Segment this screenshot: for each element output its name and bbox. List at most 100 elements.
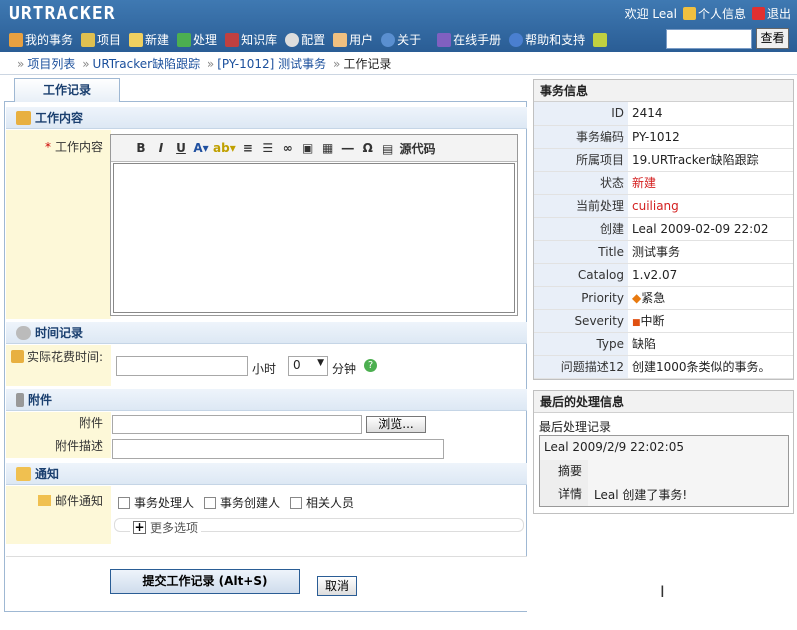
search-button[interactable]: 查看	[756, 28, 789, 49]
attachment-description-input[interactable]	[112, 439, 444, 459]
logo: URTRACKER	[9, 3, 116, 24]
nav-item-extra[interactable]	[590, 32, 610, 47]
table-row: Priority ◆紧急	[534, 286, 793, 310]
nav-item-manual[interactable]: 在线手册	[434, 31, 504, 48]
section-notify: 通知	[6, 463, 527, 485]
browse-button[interactable]: 浏览...	[366, 416, 426, 433]
field-key: Catalog	[534, 263, 628, 287]
nav-label: 用户	[349, 33, 374, 47]
field-key: 创建	[534, 217, 628, 241]
field-value: 缺陷	[628, 332, 793, 356]
priority-diamond-icon: ◆	[632, 291, 642, 305]
minutes-select[interactable]: 0 ▼	[288, 356, 328, 376]
breadcrumb-project[interactable]: URTracker缺陷跟踪	[93, 57, 201, 71]
field-key: 状态	[534, 171, 628, 195]
main-nav: 我的事务 项目 新建 处理 知识库 配置 用户 关于 在线手册 帮助和支持	[6, 31, 610, 48]
underline-icon[interactable]: U	[173, 141, 189, 155]
source-code-button[interactable]: ▤ 源代码	[380, 140, 436, 157]
editor-toolbar: B I U A▾ ab▾ ≡ ☰ ∞ ▣ ▦ ― Ω ▤ 源代码	[111, 135, 517, 162]
link-icon[interactable]: ∞	[280, 141, 296, 155]
mail-icon	[16, 467, 31, 481]
source-icon: ▤	[382, 141, 394, 156]
nav-label: 新建	[145, 33, 170, 47]
checkbox[interactable]	[290, 497, 303, 509]
font-color-icon[interactable]: A▾	[193, 141, 209, 155]
breadcrumb-issue[interactable]: [PY-1012] 测试事务	[217, 57, 326, 71]
notify-handler-checkbox[interactable]: 事务处理人	[118, 494, 194, 511]
bold-icon[interactable]: B	[133, 141, 149, 155]
field-value: 紧急	[641, 291, 666, 305]
checkbox[interactable]	[204, 497, 217, 509]
notify-related-checkbox[interactable]: 相关人员	[290, 494, 354, 511]
checkbox[interactable]	[118, 497, 130, 509]
nav-label: 配置	[301, 33, 326, 47]
logout-label: 退出	[766, 7, 791, 21]
breadcrumb-sep: »	[17, 57, 25, 71]
profile-label: 个人信息	[697, 7, 746, 21]
logout-link[interactable]: 退出	[751, 5, 791, 22]
severity-cell: ■中断	[628, 309, 793, 333]
status-value: 新建	[628, 171, 793, 195]
breadcrumb-sep: »	[206, 57, 215, 71]
submit-button[interactable]: 提交工作记录 (Alt+S)	[110, 569, 300, 594]
nav-item-new[interactable]: 新建	[126, 31, 172, 48]
attach-label: 附件	[6, 412, 111, 435]
bullet-list-icon[interactable]: ☰	[260, 141, 276, 155]
last-handling-title: 最后的处理信息	[534, 391, 793, 413]
breadcrumb-sep: »	[333, 57, 341, 71]
field-key: 所属项目	[534, 148, 628, 172]
search-input[interactable]	[666, 29, 752, 49]
tab-work-record[interactable]: 工作记录	[14, 78, 120, 102]
field-value: 中断	[640, 314, 665, 328]
help-icon	[509, 32, 524, 47]
table-row: 事务编码 PY-1012	[534, 125, 793, 149]
highlight-icon[interactable]: ab▾	[213, 141, 236, 155]
nav-item-knowledge[interactable]: 知识库	[222, 31, 280, 48]
table-row: Catalog 1.v2.07	[534, 263, 793, 287]
nav-label: 项目	[97, 33, 122, 47]
nav-label: 关于	[397, 33, 422, 47]
hr-icon[interactable]: ―	[340, 141, 356, 155]
email-label: 邮件通知	[6, 486, 111, 544]
nav-item-help[interactable]: 帮助和支持	[506, 31, 588, 48]
nav-item-users[interactable]: 用户	[330, 31, 376, 48]
field-value: PY-1012	[628, 125, 793, 149]
nav-item-my-tasks[interactable]: 我的事务	[6, 31, 76, 48]
hours-unit: 小时	[252, 362, 277, 376]
editor-content-area[interactable]	[113, 163, 515, 313]
edit-icon	[16, 111, 31, 125]
section-title: 工作内容	[35, 111, 84, 125]
cancel-button[interactable]: 取消	[317, 576, 357, 596]
checkbox-label: 事务处理人	[134, 496, 195, 510]
time-label-text: 实际花费时间:	[26, 350, 103, 364]
attachment-file-input[interactable]	[112, 415, 362, 434]
italic-icon[interactable]: I	[153, 141, 169, 155]
special-char-icon[interactable]: Ω	[360, 141, 376, 155]
nav-label: 帮助和支持	[525, 33, 586, 47]
form-footer: 提交工作记录 (Alt+S) 取消	[6, 556, 527, 611]
hours-input[interactable]	[116, 356, 248, 376]
clock-small-icon	[10, 350, 24, 363]
field-key: 问题描述12	[534, 355, 628, 379]
attachment-rows: 附件 附件描述 浏览...	[6, 412, 527, 459]
nav-label: 知识库	[241, 33, 278, 47]
last-record-entry: Leal 2009/2/9 22:02:05	[544, 440, 684, 454]
nav-item-process[interactable]: 处理	[174, 31, 220, 48]
priority-cell: ◆紧急	[628, 286, 793, 310]
last-record-box: Leal 2009/2/9 22:02:05 摘要 详情 Leal 创建了事务!	[539, 435, 789, 507]
profile-link[interactable]: 个人信息	[682, 5, 746, 22]
nav-item-about[interactable]: 关于	[378, 31, 424, 48]
more-options-toggle[interactable]: + 更多选项	[130, 519, 202, 536]
detail-value: Leal 创建了事务!	[594, 488, 688, 502]
breadcrumb-projects[interactable]: 项目列表	[27, 57, 75, 71]
nav-item-projects[interactable]: 项目	[78, 31, 124, 48]
ordered-list-icon[interactable]: ≡	[240, 141, 256, 155]
image-icon[interactable]: ▣	[300, 141, 316, 155]
nav-item-config[interactable]: 配置	[282, 31, 328, 48]
help-icon[interactable]: ?	[364, 359, 377, 372]
user-box: 欢迎 Leal 个人信息 退出	[625, 5, 791, 22]
notify-creator-checkbox[interactable]: 事务创建人	[204, 494, 280, 511]
section-attachment: 附件	[6, 389, 527, 411]
table-icon[interactable]: ▦	[320, 141, 336, 155]
field-key: Title	[534, 240, 628, 264]
